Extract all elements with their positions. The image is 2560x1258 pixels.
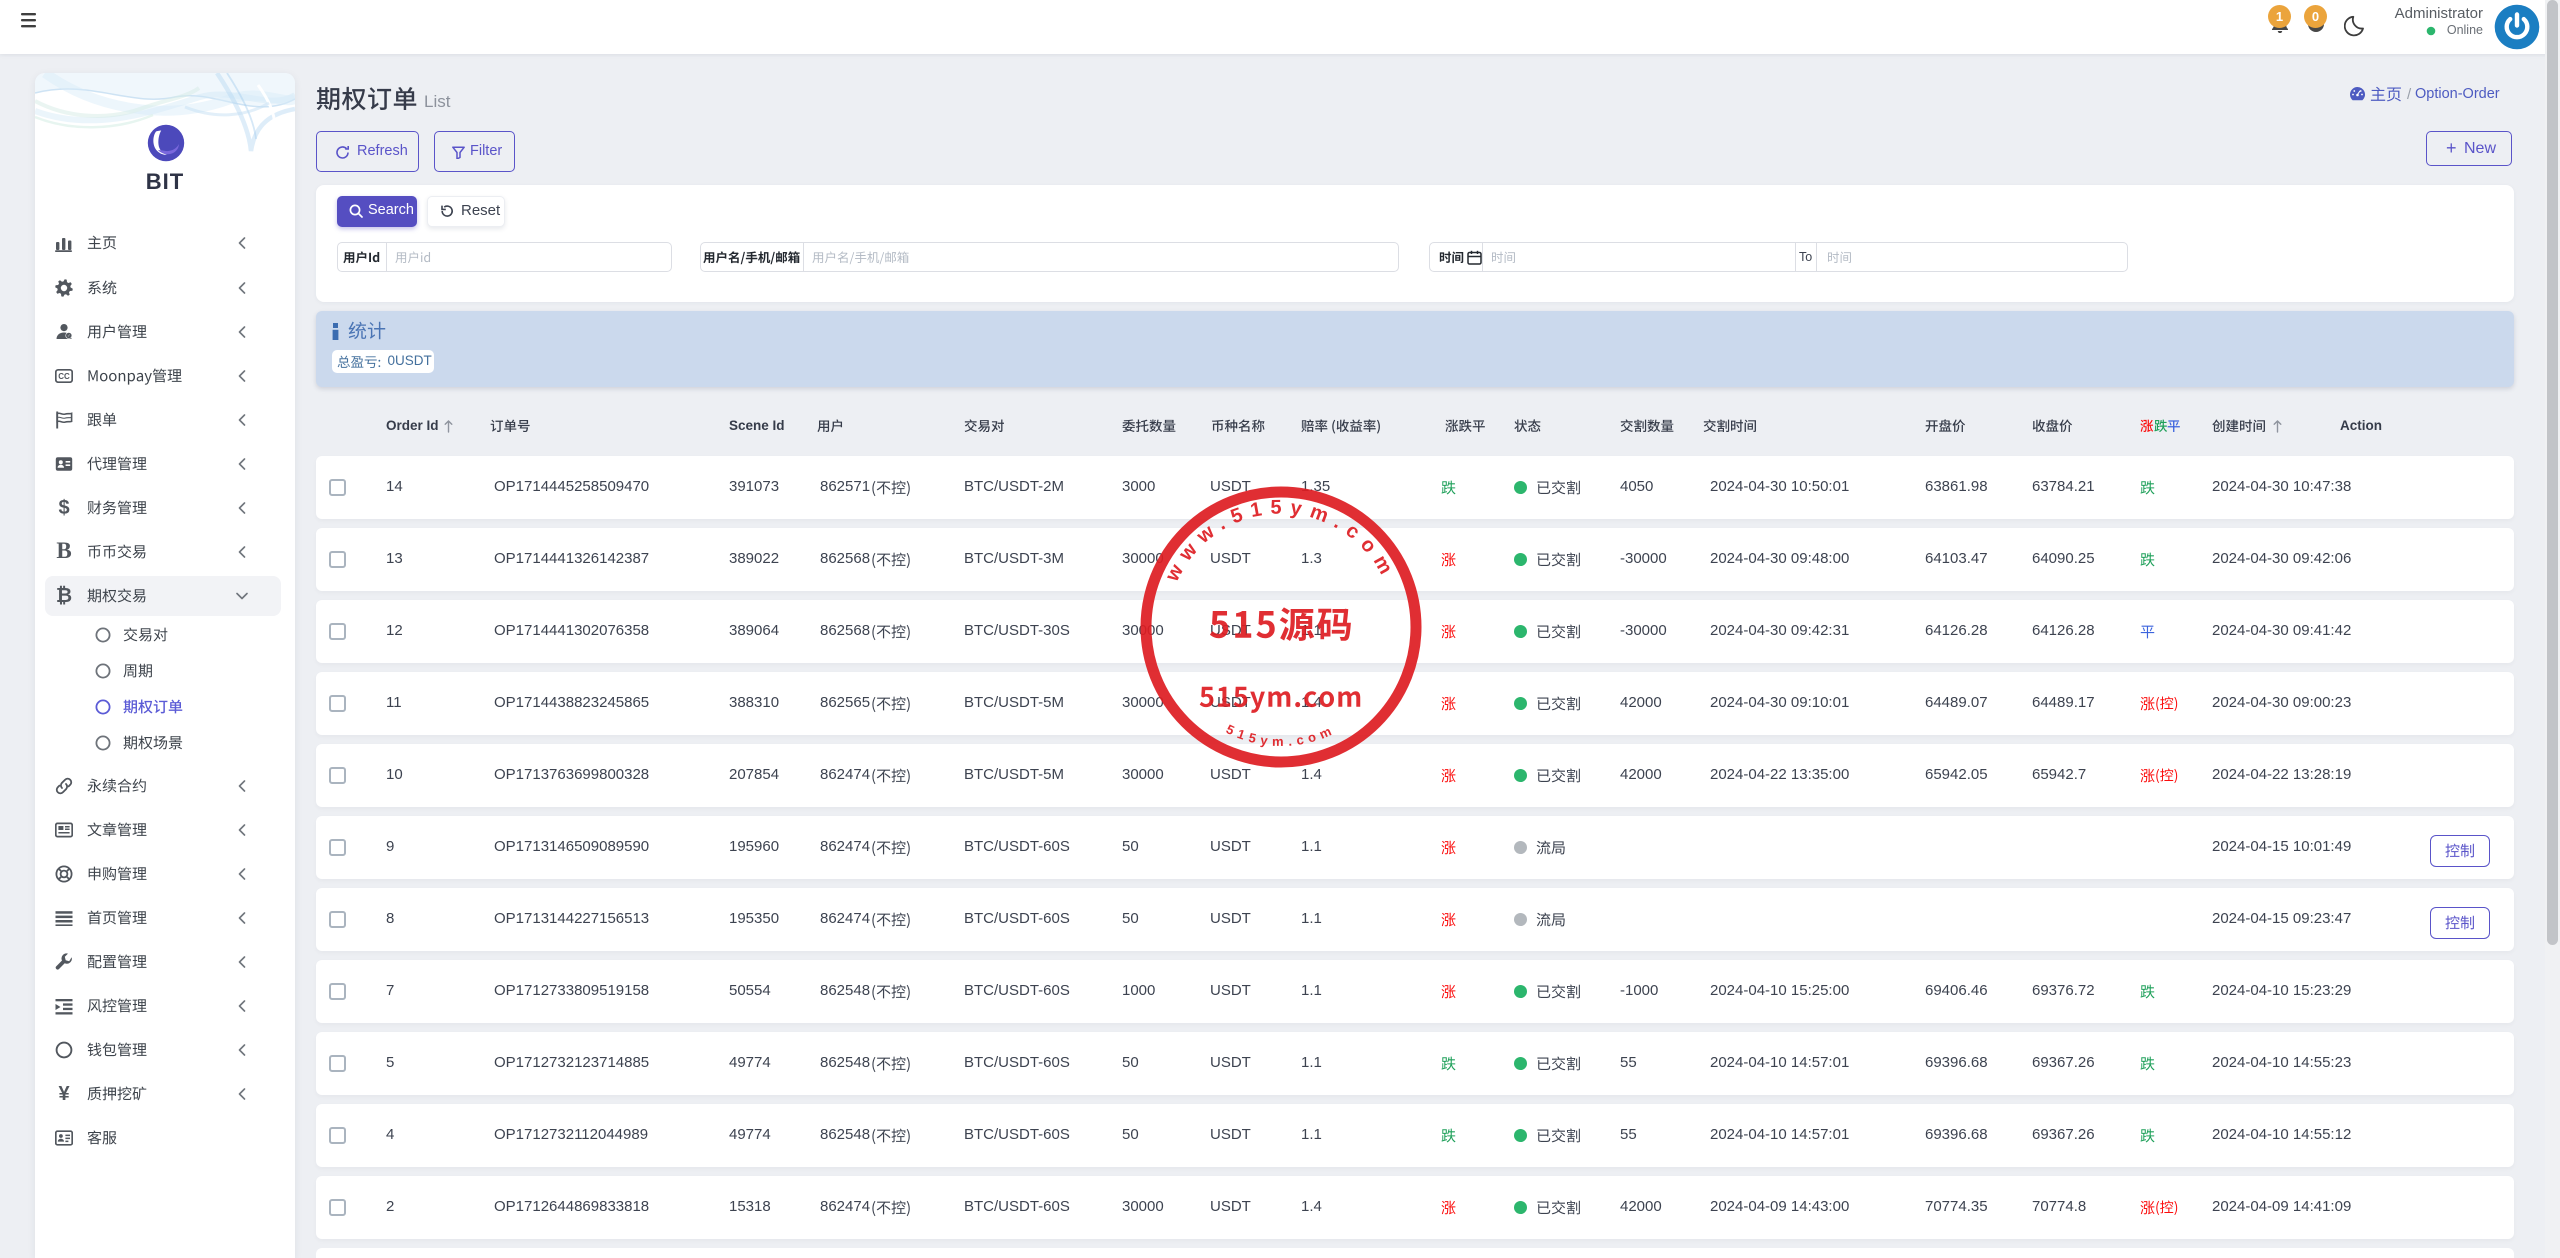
svg-text:♂: ♂ — [67, 333, 70, 338]
svg-text:CC: CC — [58, 372, 70, 381]
svg-text:1: 1 — [2276, 9, 2283, 24]
svg-text:0: 0 — [2312, 9, 2319, 24]
svg-text:www.515ym.com: www.515ym.com — [1161, 497, 1401, 586]
svg-text:515ym.com: 515ym.com — [1224, 721, 1338, 749]
